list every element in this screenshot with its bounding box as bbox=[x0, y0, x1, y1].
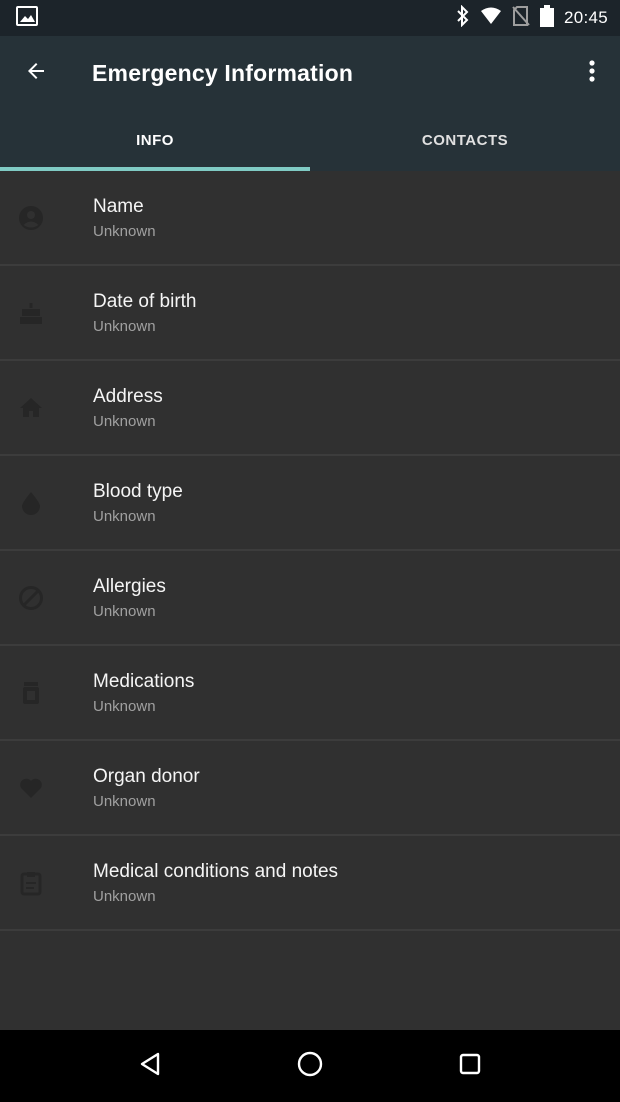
list-item-title: Medical conditions and notes bbox=[93, 861, 339, 882]
status-right: 20:45 bbox=[456, 4, 608, 32]
drop-icon bbox=[0, 490, 93, 516]
list-item-text: Medications Unknown bbox=[93, 670, 194, 715]
list-item-title: Date of birth bbox=[93, 291, 197, 312]
list-item-value: Unknown bbox=[93, 793, 156, 810]
tab-bar: INFO CONTACTS bbox=[0, 110, 620, 171]
list-item-text: Medical conditions and notes Unknown bbox=[93, 860, 338, 905]
status-bar: 20:45 bbox=[0, 0, 620, 36]
nav-recents-button[interactable] bbox=[440, 1036, 500, 1096]
list-item-text: Name Unknown bbox=[93, 195, 156, 240]
list-item-text: Date of birth Unknown bbox=[93, 290, 197, 335]
list-item-title: Name bbox=[93, 196, 144, 217]
status-left bbox=[16, 5, 38, 31]
list-item-name[interactable]: Name Unknown bbox=[0, 171, 620, 266]
more-vert-icon bbox=[588, 59, 596, 88]
list-item-address[interactable]: Address Unknown bbox=[0, 361, 620, 456]
list-item-value: Unknown bbox=[93, 698, 156, 715]
list-item-text: Blood type Unknown bbox=[93, 480, 183, 525]
cake-icon bbox=[0, 300, 93, 326]
list-item-title: Allergies bbox=[93, 576, 166, 597]
list-item-date-of-birth[interactable]: Date of birth Unknown bbox=[0, 266, 620, 361]
wifi-icon bbox=[480, 7, 502, 30]
list-item-text: Organ donor Unknown bbox=[93, 765, 200, 810]
list-item-title: Medications bbox=[93, 671, 195, 692]
block-icon bbox=[0, 585, 93, 611]
person-icon bbox=[0, 205, 93, 231]
home-icon bbox=[0, 395, 93, 421]
info-list: Name Unknown Date of birth Unknown Addre… bbox=[0, 171, 620, 931]
page-title: Emergency Information bbox=[92, 59, 354, 86]
system-nav-bar bbox=[0, 1030, 620, 1102]
list-item-value: Unknown bbox=[93, 223, 156, 240]
nav-home-button[interactable] bbox=[280, 1036, 340, 1096]
bluetooth-icon bbox=[456, 4, 470, 32]
clipboard-icon bbox=[0, 870, 93, 896]
list-item-value: Unknown bbox=[93, 603, 156, 620]
back-arrow-icon bbox=[24, 59, 48, 88]
list-item-title: Address bbox=[93, 386, 163, 407]
list-item-allergies[interactable]: Allergies Unknown bbox=[0, 551, 620, 646]
list-item-title: Organ donor bbox=[93, 766, 200, 787]
tab-contacts[interactable]: CONTACTS bbox=[310, 110, 620, 171]
list-item-text: Address Unknown bbox=[93, 385, 163, 430]
status-time: 20:45 bbox=[563, 8, 608, 27]
tab-contacts-label: CONTACTS bbox=[421, 132, 509, 149]
list-item-medical-conditions[interactable]: Medical conditions and notes Unknown bbox=[0, 836, 620, 931]
list-item-blood-type[interactable]: Blood type Unknown bbox=[0, 456, 620, 551]
pill-bottle-icon bbox=[0, 680, 93, 706]
battery-icon bbox=[539, 4, 554, 32]
back-button[interactable] bbox=[0, 36, 72, 110]
heart-icon bbox=[0, 775, 93, 801]
tab-info[interactable]: INFO bbox=[0, 110, 310, 171]
no-sim-icon bbox=[512, 5, 530, 31]
list-item-text: Allergies Unknown bbox=[93, 575, 166, 620]
back-triangle-icon bbox=[139, 1052, 161, 1081]
list-item-organ-donor[interactable]: Organ donor Unknown bbox=[0, 741, 620, 836]
list-item-value: Unknown bbox=[93, 508, 156, 525]
nav-back-button[interactable] bbox=[120, 1036, 180, 1096]
app-bar: Emergency Information bbox=[0, 36, 620, 110]
list-item-value: Unknown bbox=[93, 413, 156, 430]
list-item-value: Unknown bbox=[93, 318, 156, 335]
more-options-button[interactable] bbox=[564, 36, 620, 110]
list-item-title: Blood type bbox=[93, 481, 183, 502]
picture-icon bbox=[16, 5, 38, 31]
recents-square-icon bbox=[459, 1053, 481, 1080]
home-circle-icon bbox=[297, 1051, 323, 1082]
list-item-value: Unknown bbox=[93, 888, 156, 905]
list-item-medications[interactable]: Medications Unknown bbox=[0, 646, 620, 741]
tab-info-label: INFO bbox=[136, 132, 174, 149]
